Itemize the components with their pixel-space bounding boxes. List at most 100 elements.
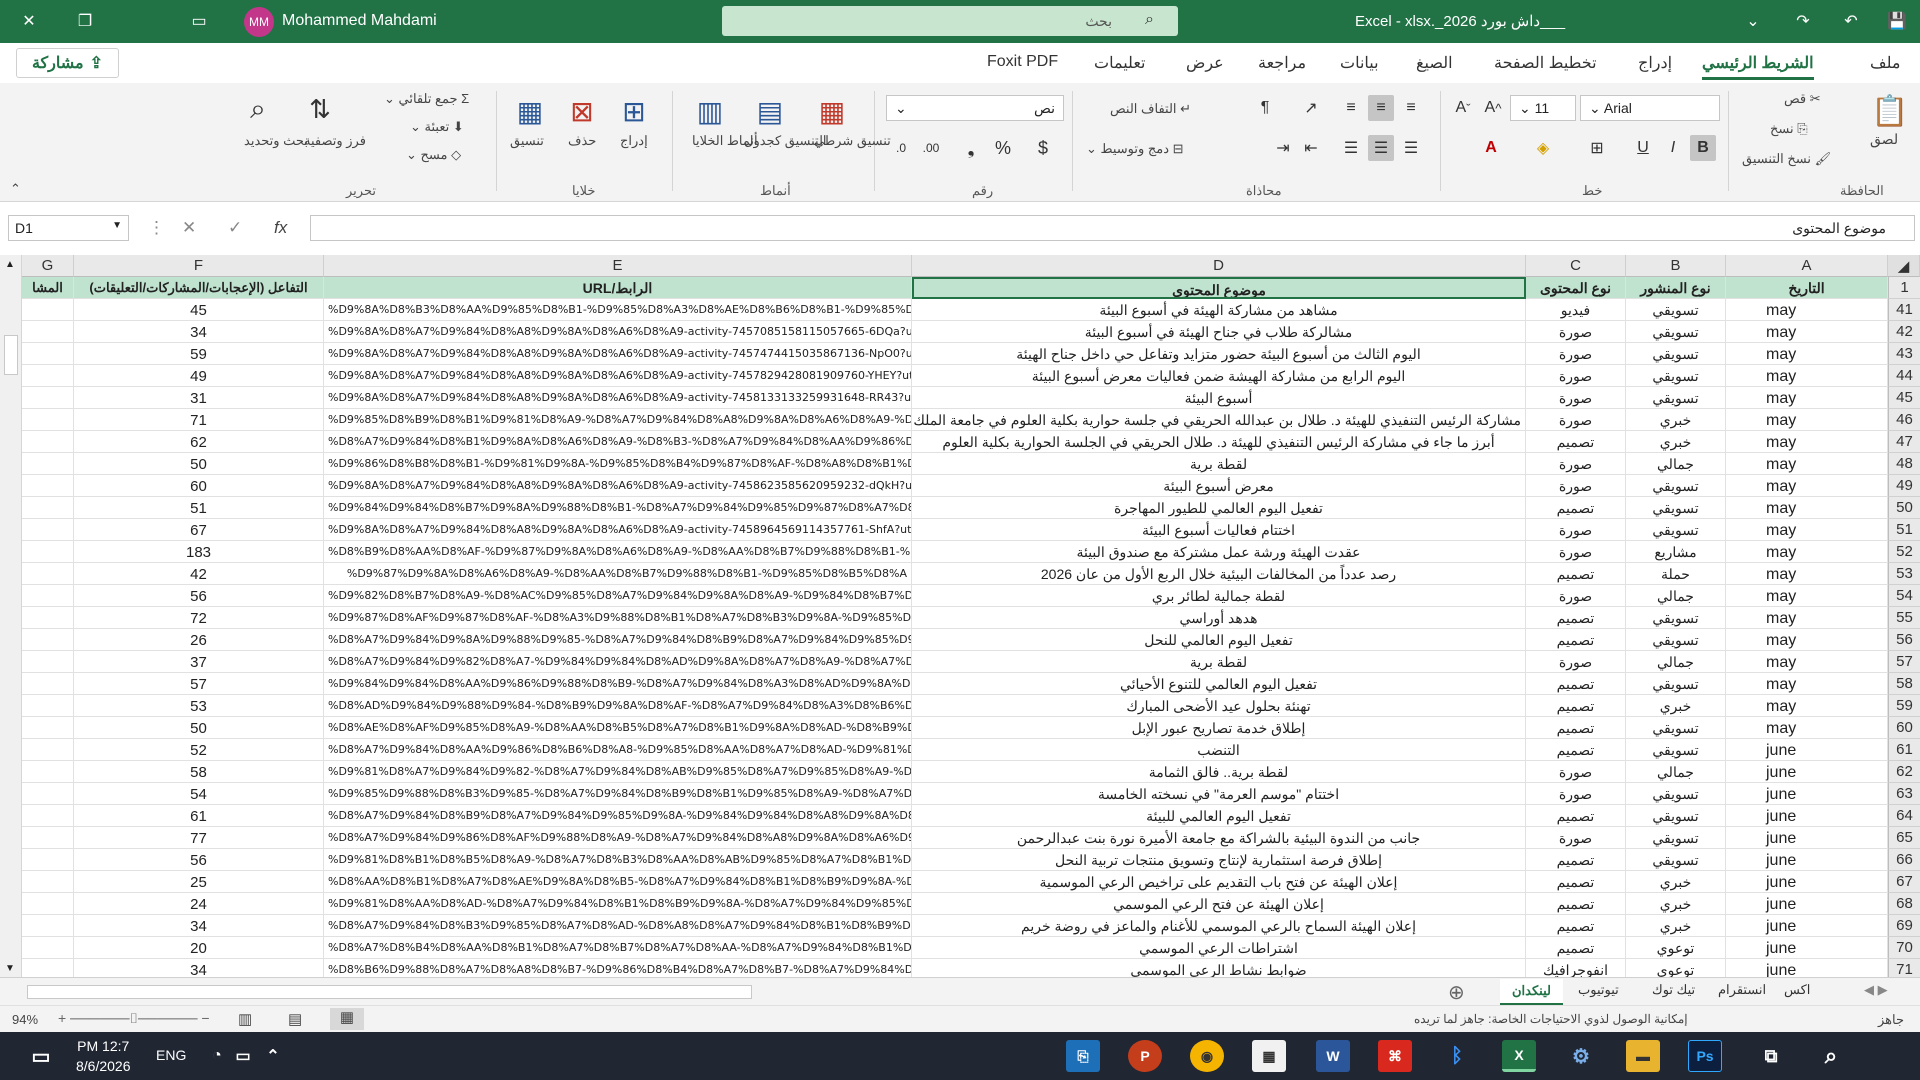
cell-date[interactable]: may bbox=[1726, 629, 1888, 651]
cell-content-type[interactable]: صورة bbox=[1526, 585, 1626, 607]
cell-url[interactable]: %D9%8A%D8%A7%D9%84%D8%A8%D9%8A%D8%A6%D8%… bbox=[324, 519, 912, 541]
tool-icon[interactable]: ⚙ bbox=[1564, 1040, 1598, 1072]
cell-engagement[interactable]: 42 bbox=[74, 563, 324, 585]
cell-url[interactable]: %D9%81%D8%A7%D9%84%D9%82-%D8%A7%D9%84%D8… bbox=[324, 761, 912, 783]
cell-g[interactable] bbox=[22, 849, 74, 871]
cell-url[interactable]: %D9%85%D9%88%D8%B3%D9%85-%D8%A7%D9%84%D8… bbox=[324, 783, 912, 805]
cell-date[interactable]: june bbox=[1726, 761, 1888, 783]
cell-url[interactable]: %D8%A7%D9%84%D9%8A%D9%88%D9%85-%D8%A7%D9… bbox=[324, 629, 912, 651]
cell-content-type[interactable]: تصميم bbox=[1526, 497, 1626, 519]
cell-post-type[interactable]: تسويقي bbox=[1626, 343, 1726, 365]
cell-topic[interactable]: لقطة برية bbox=[912, 651, 1526, 673]
cell-topic[interactable]: مشاهد من مشاركة الهيئة في أسبوع البيئة bbox=[912, 299, 1526, 321]
cell-post-type[interactable]: تسويقي bbox=[1626, 849, 1726, 871]
cell-content-type[interactable]: انفوجرافيك bbox=[1526, 959, 1626, 977]
align-top-icon[interactable]: ≡ bbox=[1398, 95, 1424, 121]
merge-center-button[interactable]: ⌄ دمج وتوسيط ⊟ bbox=[1086, 141, 1184, 157]
cell-g[interactable] bbox=[22, 453, 74, 475]
cell-engagement[interactable]: 54 bbox=[74, 783, 324, 805]
cell-content-type[interactable]: تصميم bbox=[1526, 431, 1626, 453]
cell-g[interactable] bbox=[22, 519, 74, 541]
cell-date[interactable]: may bbox=[1726, 431, 1888, 453]
accessibility-status[interactable]: إمكانية الوصول لذوي الاحتياجات الخاصة: ج… bbox=[1414, 1012, 1688, 1026]
task-view-icon[interactable]: ⧉ bbox=[1754, 1040, 1788, 1072]
cell-post-type[interactable]: حملة bbox=[1626, 563, 1726, 585]
cell-engagement[interactable]: 56 bbox=[74, 585, 324, 607]
row-header[interactable]: 51 bbox=[1888, 519, 1920, 541]
cell-url[interactable]: %D9%84%D9%84%D8%AA%D9%86%D9%88%D8%B9-%D8… bbox=[324, 673, 912, 695]
cell-url[interactable]: %D9%8A%D8%A7%D9%84%D8%A8%D9%8A%D8%A6%D8%… bbox=[324, 321, 912, 343]
cell-content-type[interactable]: صورة bbox=[1526, 827, 1626, 849]
delete-cells-icon[interactable]: ⊠ bbox=[562, 91, 602, 131]
cell-content-type[interactable]: تصميم bbox=[1526, 629, 1626, 651]
underline-button[interactable]: U bbox=[1630, 135, 1656, 161]
tab-data[interactable]: بيانات bbox=[1340, 53, 1379, 73]
cell-date[interactable]: may bbox=[1726, 475, 1888, 497]
cell-date[interactable]: may bbox=[1726, 299, 1888, 321]
column-header-b[interactable]: B bbox=[1626, 255, 1726, 277]
cell-url[interactable]: %D8%A7%D9%84%D8%B3%D9%85%D8%A7%D8%AD-%D8… bbox=[324, 915, 912, 937]
cell-topic[interactable]: إعلان الهيئة عن فتح الرعي الموسمي bbox=[912, 893, 1526, 915]
decrease-font-icon[interactable]: Aˇ bbox=[1450, 95, 1476, 121]
cell-post-type[interactable]: خبري bbox=[1626, 409, 1726, 431]
name-box[interactable]: D1 ▼ bbox=[8, 215, 129, 241]
cell-date[interactable]: june bbox=[1726, 937, 1888, 959]
cell-g[interactable] bbox=[22, 717, 74, 739]
cell-url[interactable]: %D9%8A%D8%A7%D9%84%D8%A8%D9%8A%D8%A6%D8%… bbox=[324, 365, 912, 387]
cell-content-type[interactable]: صورة bbox=[1526, 387, 1626, 409]
cell-date[interactable]: may bbox=[1726, 409, 1888, 431]
cell-post-type[interactable]: توعوي bbox=[1626, 959, 1726, 977]
cell-content-type[interactable]: تصميم bbox=[1526, 871, 1626, 893]
align-right-icon[interactable]: ☰ bbox=[1398, 135, 1424, 161]
cell-url[interactable]: %D9%87%D9%8A%D8%A6%D8%A9-%D8%AA%D8%B7%D9… bbox=[324, 563, 912, 585]
cell-engagement[interactable]: 59 bbox=[74, 343, 324, 365]
cell-engagement[interactable]: 67 bbox=[74, 519, 324, 541]
formula-input[interactable]: موضوع المحتوى bbox=[310, 215, 1915, 241]
cell-date[interactable]: june bbox=[1726, 783, 1888, 805]
cell-topic[interactable]: إطلاق فرصة استثمارية لإنتاج وتسويق منتجا… bbox=[912, 849, 1526, 871]
cell-url[interactable]: %D9%85%D8%B9%D8%B1%D9%81%D8%A9-%D8%A7%D9… bbox=[324, 409, 912, 431]
cell-g[interactable] bbox=[22, 475, 74, 497]
sheet-tab-linkedin[interactable]: لينكدان bbox=[1500, 979, 1563, 1005]
row-header[interactable]: 42 bbox=[1888, 321, 1920, 343]
cell-date[interactable]: may bbox=[1726, 387, 1888, 409]
cell-engagement[interactable]: 34 bbox=[74, 321, 324, 343]
cell-content-type[interactable]: صورة bbox=[1526, 343, 1626, 365]
sheet-tab-tiktok[interactable]: تيك توك bbox=[1652, 982, 1695, 998]
row-header[interactable]: 71 bbox=[1888, 959, 1920, 977]
scroll-down-icon[interactable]: ▼ bbox=[5, 963, 15, 974]
tab-formulas[interactable]: الصيغ bbox=[1416, 53, 1453, 73]
ribbon-display-icon[interactable]: ▭ bbox=[186, 8, 212, 34]
cell-content-type[interactable]: تصميم bbox=[1526, 915, 1626, 937]
tab-insert[interactable]: إدراج bbox=[1638, 53, 1672, 73]
sheet-tab-instagram[interactable]: انستقرام bbox=[1718, 982, 1766, 998]
comma-icon[interactable]: ❟ bbox=[958, 135, 984, 161]
cell-g[interactable] bbox=[22, 365, 74, 387]
cell-content-type[interactable]: تصميم bbox=[1526, 673, 1626, 695]
cell-g[interactable] bbox=[22, 629, 74, 651]
cell-content-type[interactable]: صورة bbox=[1526, 519, 1626, 541]
row-header[interactable]: 43 bbox=[1888, 343, 1920, 365]
paste-icon[interactable]: 📋 bbox=[1868, 89, 1912, 133]
cell-content-type[interactable]: صورة bbox=[1526, 453, 1626, 475]
italic-button[interactable]: I bbox=[1660, 135, 1686, 161]
insert-cells-icon[interactable]: ⊞ bbox=[614, 91, 654, 131]
app-icon[interactable]: ⎘ bbox=[1066, 1040, 1100, 1072]
cell-engagement[interactable]: 62 bbox=[74, 431, 324, 453]
cell-engagement[interactable]: 24 bbox=[74, 893, 324, 915]
cell-date[interactable]: may bbox=[1726, 673, 1888, 695]
cell-date[interactable]: may bbox=[1726, 717, 1888, 739]
header-post-type[interactable]: نوع المنشور bbox=[1626, 277, 1726, 299]
row-header[interactable]: 64 bbox=[1888, 805, 1920, 827]
row-header[interactable]: 46 bbox=[1888, 409, 1920, 431]
cell-topic[interactable]: ضوابط نشاط الرعي الموسمي bbox=[912, 959, 1526, 977]
cell-url[interactable]: %D9%8A%D8%B3%D8%AA%D9%85%D8%B1-%D9%85%D8… bbox=[324, 299, 912, 321]
cell-url[interactable]: %D8%A7%D8%B4%D8%AA%D8%B1%D8%A7%D8%B7%D8%… bbox=[324, 937, 912, 959]
autosum-button[interactable]: ⌄ جمع تلقائي Σ bbox=[384, 91, 469, 107]
column-header-c[interactable]: C bbox=[1526, 255, 1626, 277]
cell-engagement[interactable]: 49 bbox=[74, 365, 324, 387]
cell-topic[interactable]: تهنئة بحلول عيد الأضحى المبارك bbox=[912, 695, 1526, 717]
cell-post-type[interactable]: تسويقي bbox=[1626, 475, 1726, 497]
cell-engagement[interactable]: 20 bbox=[74, 937, 324, 959]
column-header-d[interactable]: D bbox=[912, 255, 1526, 277]
